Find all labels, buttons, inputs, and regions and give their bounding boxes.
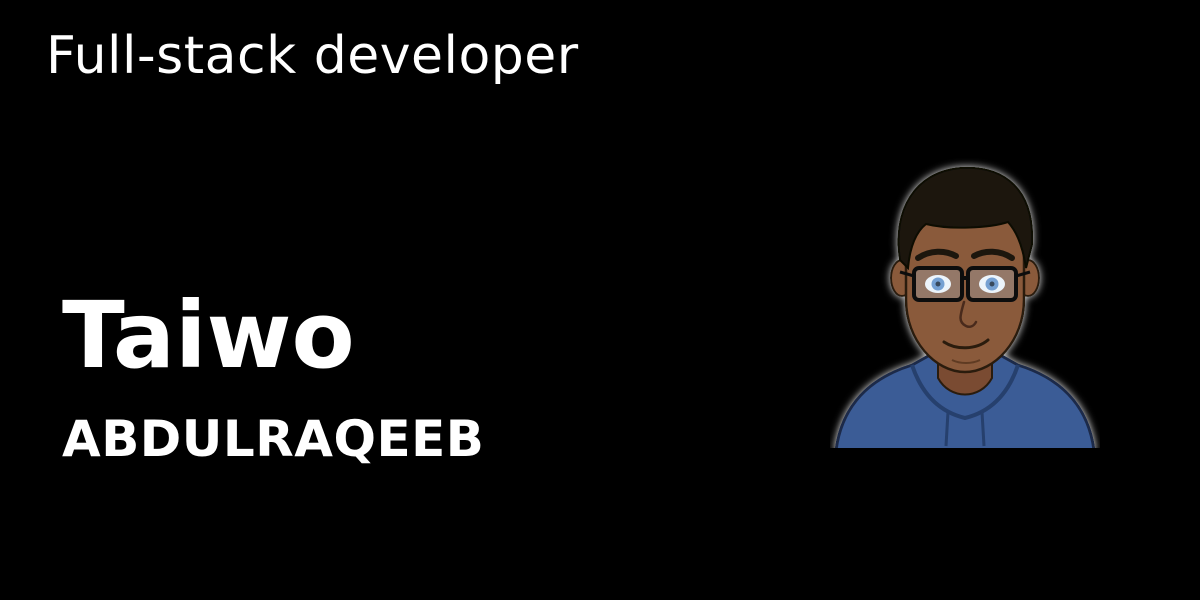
role-title: Full-stack developer — [46, 26, 579, 86]
developer-avatar-icon — [834, 166, 1096, 448]
first-name: Taiwo — [62, 282, 355, 389]
banner: Full-stack developer Taiwo ABDULRAQEEB — [0, 0, 1200, 600]
last-name: ABDULRAQEEB — [62, 410, 485, 468]
